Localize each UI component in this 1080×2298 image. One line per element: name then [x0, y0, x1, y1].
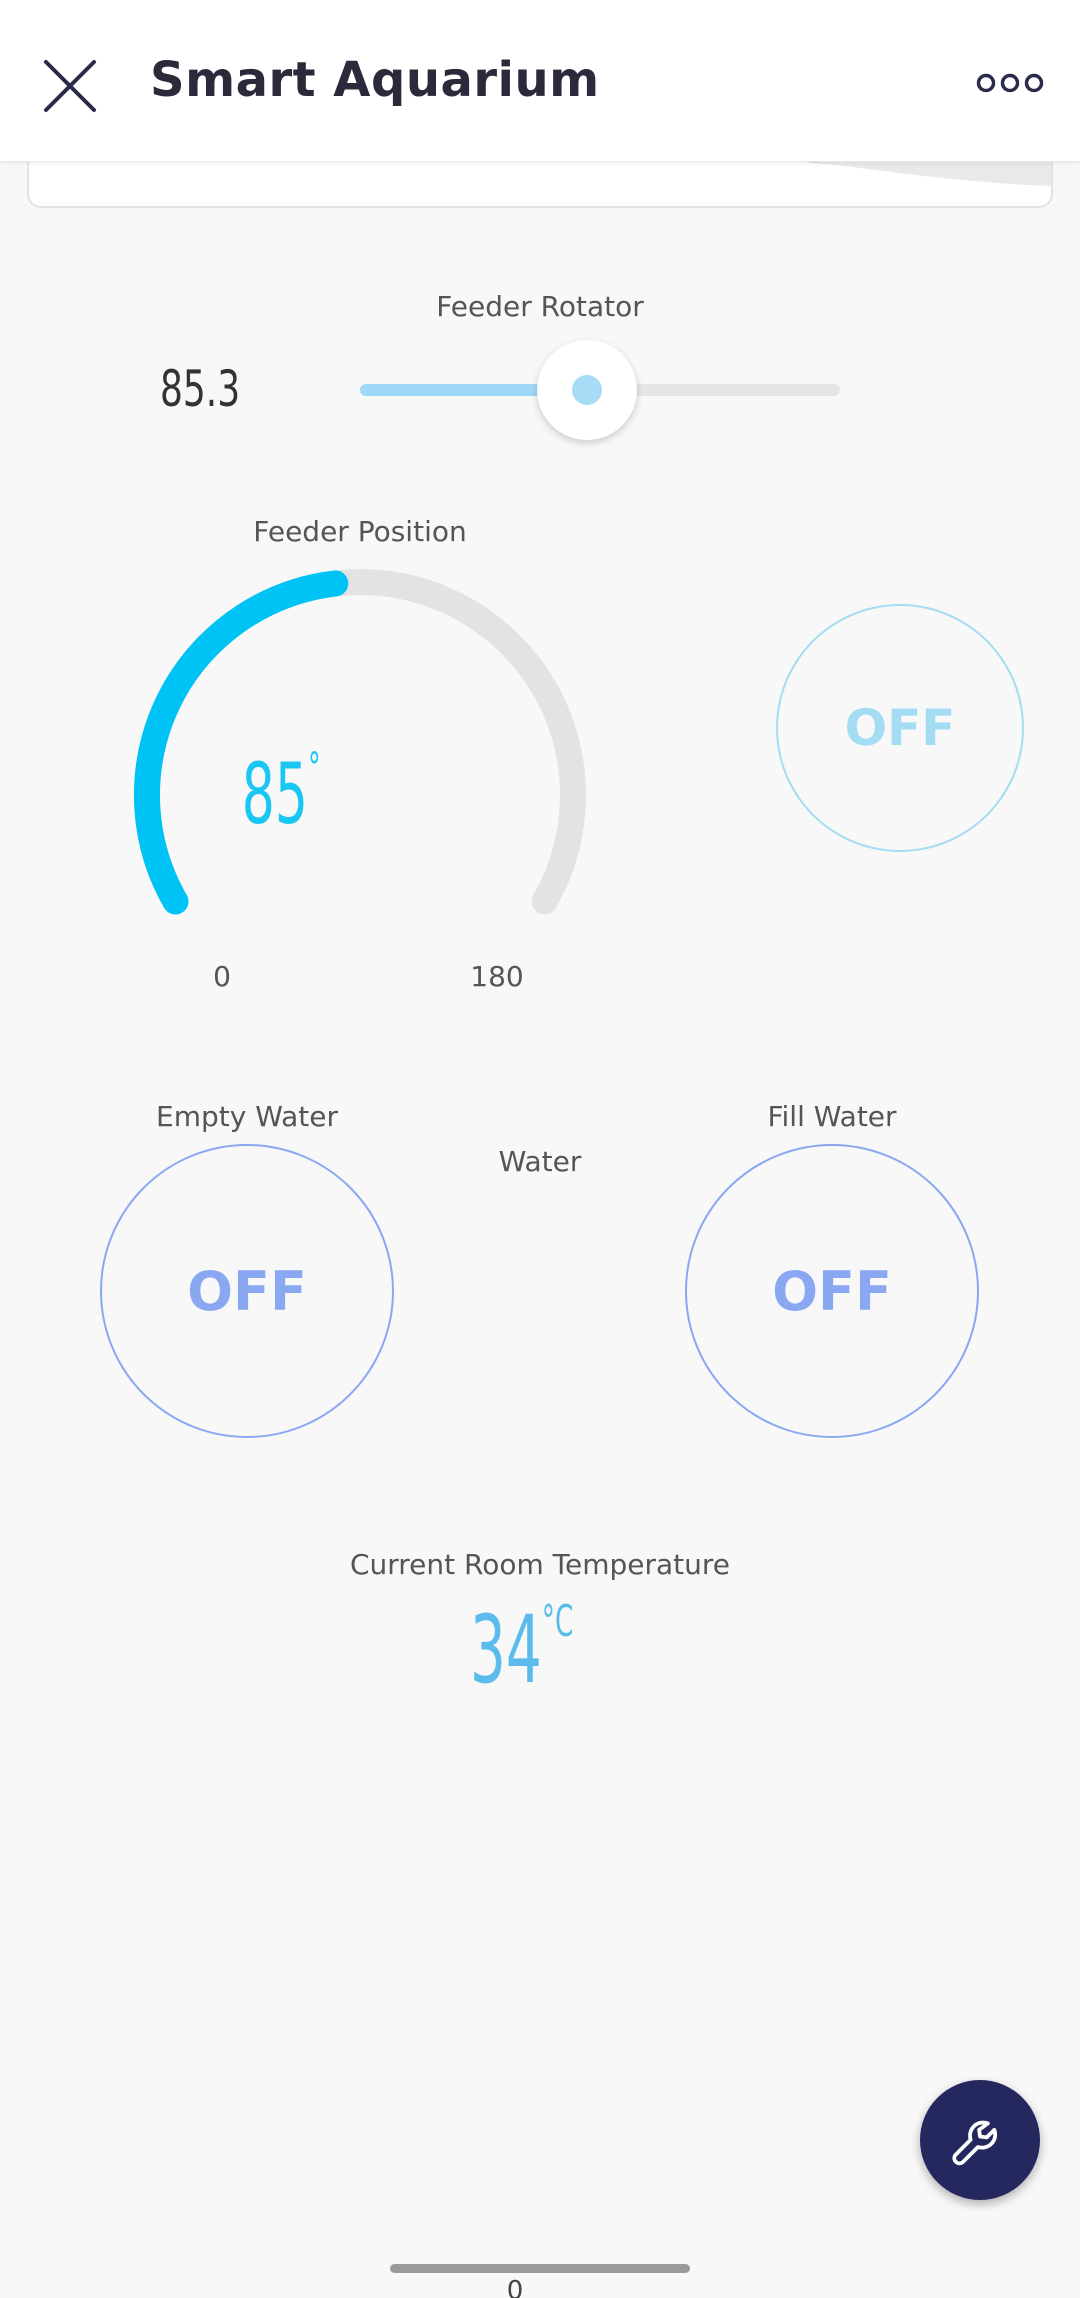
app-bar: Smart Aquarium: [0, 0, 1080, 162]
empty-water-toggle-button[interactable]: OFF: [100, 1144, 394, 1438]
gauge-min-label: 0: [213, 960, 231, 993]
page-indicator: 0: [506, 2276, 524, 2298]
feeder-position-value: 85°: [242, 745, 440, 843]
temperature-number: 34: [470, 1596, 542, 1705]
wrench-icon: [952, 2120, 998, 2166]
gauge-max-label: 180: [470, 960, 524, 993]
close-icon: [44, 60, 96, 112]
degree-unit: °: [308, 745, 321, 791]
empty-water-label: Empty Water: [156, 1100, 338, 1133]
empty-water-state: OFF: [187, 1259, 307, 1323]
settings-fab-button[interactable]: [920, 2080, 1040, 2200]
fill-water-state: OFF: [772, 1259, 892, 1323]
gauge-value-arc: [133, 570, 349, 915]
fill-water-toggle-button[interactable]: OFF: [685, 1144, 979, 1438]
more-options-button[interactable]: [970, 50, 1050, 116]
room-temperature-label: Current Room Temperature: [349, 1548, 731, 1581]
feeder-toggle-button[interactable]: OFF: [776, 604, 1024, 852]
feeder-position-label: Feeder Position: [253, 515, 467, 548]
gauge-value-number: 85: [241, 745, 309, 843]
slider-thumb[interactable]: [537, 340, 637, 440]
more-options-icon: [976, 73, 1044, 93]
feeder-toggle-state: OFF: [844, 699, 956, 757]
close-button[interactable]: [30, 40, 110, 120]
slider-thumb-dot: [572, 375, 602, 405]
room-temperature-value: 34°C: [470, 1596, 590, 1705]
temperature-unit: °C: [541, 1596, 574, 1647]
water-label: Water: [498, 1145, 582, 1178]
feeder-rotator-label: Feeder Rotator: [436, 290, 644, 323]
fill-water-label: Fill Water: [767, 1100, 897, 1133]
feeder-rotator-value: 85.3: [160, 360, 241, 418]
home-indicator: [390, 2264, 690, 2273]
page-title: Smart Aquarium: [150, 52, 600, 108]
